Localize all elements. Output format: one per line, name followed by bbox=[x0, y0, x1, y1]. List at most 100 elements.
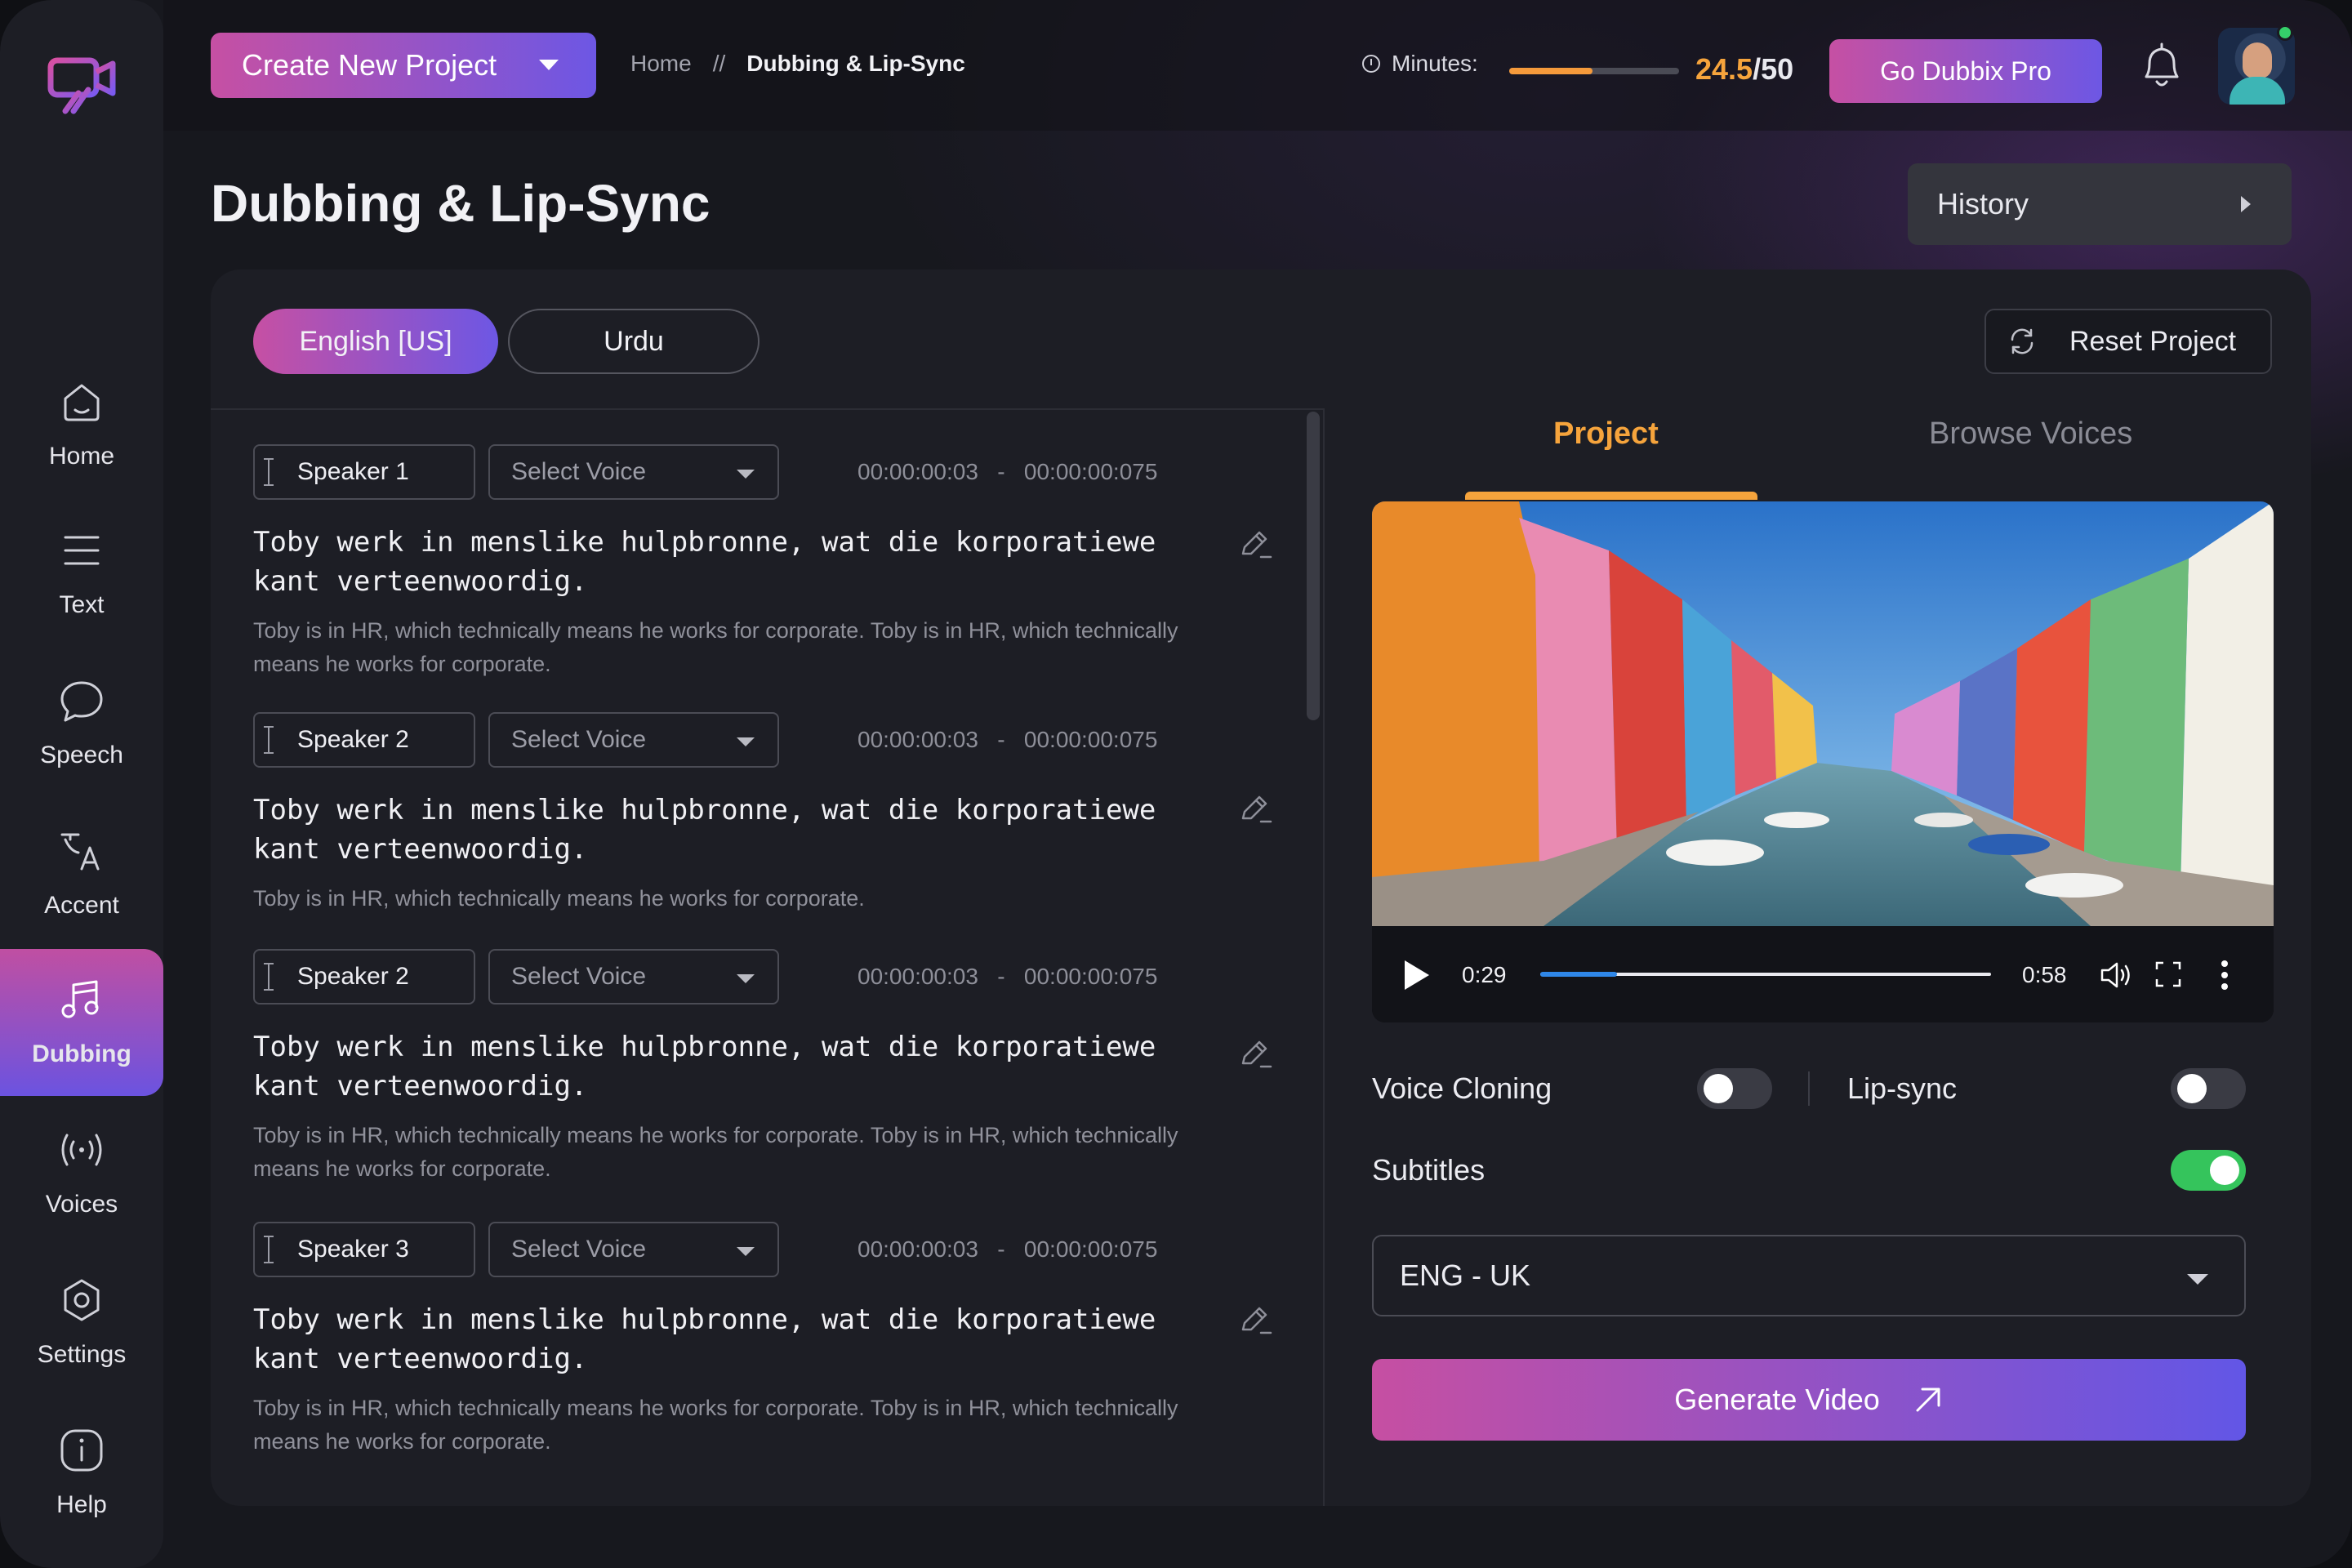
minutes-label: Minutes: bbox=[1392, 51, 1478, 76]
segment-timecode: 00:00:00:03 - 00:00:00:075 bbox=[858, 459, 1158, 484]
breadcrumb-separator: // bbox=[712, 51, 726, 76]
tab-language-english[interactable]: English [US] bbox=[253, 309, 498, 374]
fullscreen-icon[interactable] bbox=[2154, 960, 2182, 988]
create-project-label: Create New Project bbox=[242, 48, 497, 82]
app-logo[interactable] bbox=[46, 49, 118, 121]
sidebar-item-speech[interactable]: Speech bbox=[0, 650, 163, 797]
create-project-button[interactable]: Create New Project bbox=[211, 33, 596, 98]
music-note-icon bbox=[61, 980, 99, 1018]
chevron-down-icon bbox=[737, 1247, 755, 1256]
segment-row: Speaker 2 Select Voice 00:00:00:03 - 00:… bbox=[253, 712, 1307, 924]
gear-icon bbox=[64, 1279, 100, 1321]
video-progress-bar[interactable] bbox=[1540, 972, 1991, 977]
subtitle-language-value: ENG - UK bbox=[1400, 1258, 1531, 1292]
speaker-label: Speaker 2 bbox=[297, 963, 409, 990]
sidebar-label: Speech bbox=[40, 742, 123, 768]
minutes-total: /50 bbox=[1753, 52, 1794, 86]
segment-source-text[interactable]: Toby werk in menslike hulpbronne, wat di… bbox=[253, 1300, 1209, 1379]
video-frame bbox=[1372, 501, 2274, 926]
reset-project-button[interactable]: Reset Project bbox=[1984, 309, 2272, 374]
segment-translation: Toby is in HR, which technically means h… bbox=[253, 618, 1178, 676]
segment-source-text[interactable]: Toby werk in menslike hulpbronne, wat di… bbox=[253, 791, 1209, 869]
voice-cloning-label: Voice Cloning bbox=[1372, 1071, 1552, 1105]
breadcrumb: Home // Dubbing & Lip-Sync bbox=[630, 51, 965, 77]
info-icon bbox=[60, 1429, 103, 1472]
chevron-down-icon bbox=[2187, 1274, 2208, 1285]
breadcrumb-home[interactable]: Home bbox=[630, 51, 692, 77]
sidebar: Home Text Speech Accent Dubbing Voices S… bbox=[0, 0, 163, 1568]
sidebar-item-dubbing[interactable]: Dubbing bbox=[0, 949, 163, 1096]
speaker-field[interactable]: Speaker 1 bbox=[253, 444, 475, 500]
minutes-progress-bar bbox=[1509, 68, 1679, 74]
generate-video-label: Generate Video bbox=[1674, 1383, 1880, 1416]
segments-scrollbar[interactable] bbox=[1307, 412, 1320, 720]
segment-row: Speaker 3 Select Voice 00:00:00:03 - 00:… bbox=[253, 1222, 1307, 1467]
video-total-time: 0:58 bbox=[2022, 962, 2067, 987]
edit-pencil-icon[interactable] bbox=[1236, 1302, 1272, 1338]
play-icon[interactable] bbox=[1405, 960, 1429, 990]
speaker-label: Speaker 2 bbox=[297, 726, 409, 753]
video-controls: 0:29 0:58 bbox=[1372, 926, 2274, 1022]
speaker-label: Speaker 1 bbox=[297, 458, 409, 485]
tab-language-urdu[interactable]: Urdu bbox=[508, 309, 760, 374]
lip-sync-toggle[interactable] bbox=[2171, 1068, 2246, 1109]
sidebar-label: Text bbox=[59, 591, 105, 618]
speaker-field[interactable]: Speaker 2 bbox=[253, 949, 475, 1004]
segment-source-text[interactable]: Toby werk in menslike hulpbronne, wat di… bbox=[253, 1027, 1209, 1106]
subtitle-language-select[interactable]: ENG - UK bbox=[1372, 1235, 2246, 1316]
select-voice-dropdown[interactable]: Select Voice bbox=[488, 444, 779, 500]
speaker-field[interactable]: Speaker 2 bbox=[253, 712, 475, 768]
subtitles-label: Subtitles bbox=[1372, 1153, 1486, 1187]
history-label: History bbox=[1937, 187, 2029, 220]
go-pro-button[interactable]: Go Dubbix Pro bbox=[1829, 39, 2102, 103]
select-voice-dropdown[interactable]: Select Voice bbox=[488, 712, 779, 768]
chevron-down-icon bbox=[737, 737, 755, 746]
history-button[interactable]: History bbox=[1908, 163, 2292, 245]
select-voice-label: Select Voice bbox=[511, 1236, 647, 1263]
sidebar-item-help[interactable]: Help bbox=[0, 1400, 163, 1547]
segment-timecode: 00:00:00:03 - 00:00:00:075 bbox=[858, 1236, 1158, 1262]
segment-source-text[interactable]: Toby werk in menslike hulpbronne, wat di… bbox=[253, 523, 1209, 601]
minutes-value: 24.5/50 bbox=[1695, 52, 1793, 87]
chevron-right-icon bbox=[2241, 196, 2251, 212]
segment-translation: Toby is in HR, which technically means h… bbox=[253, 1396, 1178, 1454]
lip-sync-label: Lip-sync bbox=[1847, 1071, 1958, 1105]
sidebar-item-settings[interactable]: Settings bbox=[0, 1250, 163, 1396]
bell-icon[interactable] bbox=[2138, 41, 2185, 91]
app-frame: Home Text Speech Accent Dubbing Voices S… bbox=[0, 0, 2352, 1568]
sidebar-item-home[interactable]: Home bbox=[0, 351, 163, 498]
subtitles-toggle[interactable] bbox=[2171, 1150, 2246, 1191]
volume-icon[interactable] bbox=[2099, 959, 2133, 991]
more-options-icon[interactable] bbox=[2220, 959, 2230, 991]
toggle-knob bbox=[1704, 1074, 1733, 1103]
segment-translation: Toby is in HR, which technically means h… bbox=[253, 1123, 1178, 1181]
sidebar-item-accent[interactable]: Accent bbox=[0, 800, 163, 947]
divider bbox=[1808, 1071, 1810, 1106]
minutes-used: 24.5 bbox=[1695, 52, 1753, 86]
divider bbox=[1323, 408, 1325, 1506]
sidebar-item-text[interactable]: Text bbox=[0, 500, 163, 647]
select-voice-label: Select Voice bbox=[511, 726, 647, 753]
video-progress-fill bbox=[1540, 972, 1617, 977]
chevron-down-icon bbox=[539, 60, 559, 70]
page-title: Dubbing & Lip-Sync bbox=[211, 174, 710, 233]
select-voice-dropdown[interactable]: Select Voice bbox=[488, 949, 779, 1004]
tab-browse-voices[interactable]: Browse Voices bbox=[1929, 416, 2132, 452]
edit-pencil-icon[interactable] bbox=[1236, 526, 1272, 562]
generate-video-button[interactable]: Generate Video bbox=[1372, 1359, 2246, 1441]
edit-pencil-icon[interactable] bbox=[1236, 1036, 1272, 1071]
segment-row: Speaker 1 Select Voice 00:00:00:03 - 00:… bbox=[253, 444, 1307, 681]
chevron-down-icon bbox=[737, 974, 755, 983]
sidebar-label: Voices bbox=[45, 1191, 118, 1218]
toggle-knob bbox=[2210, 1156, 2239, 1185]
clock-icon bbox=[1362, 55, 1380, 73]
sidebar-label: Accent bbox=[44, 892, 119, 919]
sidebar-item-voices[interactable]: Voices bbox=[0, 1099, 163, 1246]
minutes-label-group: Minutes: bbox=[1362, 51, 1478, 77]
speaker-field[interactable]: Speaker 3 bbox=[253, 1222, 475, 1277]
tab-project[interactable]: Project bbox=[1553, 416, 1659, 452]
voice-cloning-toggle[interactable] bbox=[1697, 1068, 1772, 1109]
select-voice-dropdown[interactable]: Select Voice bbox=[488, 1222, 779, 1277]
edit-pencil-icon[interactable] bbox=[1236, 791, 1272, 826]
video-player[interactable]: 0:29 0:58 bbox=[1372, 501, 2274, 1022]
